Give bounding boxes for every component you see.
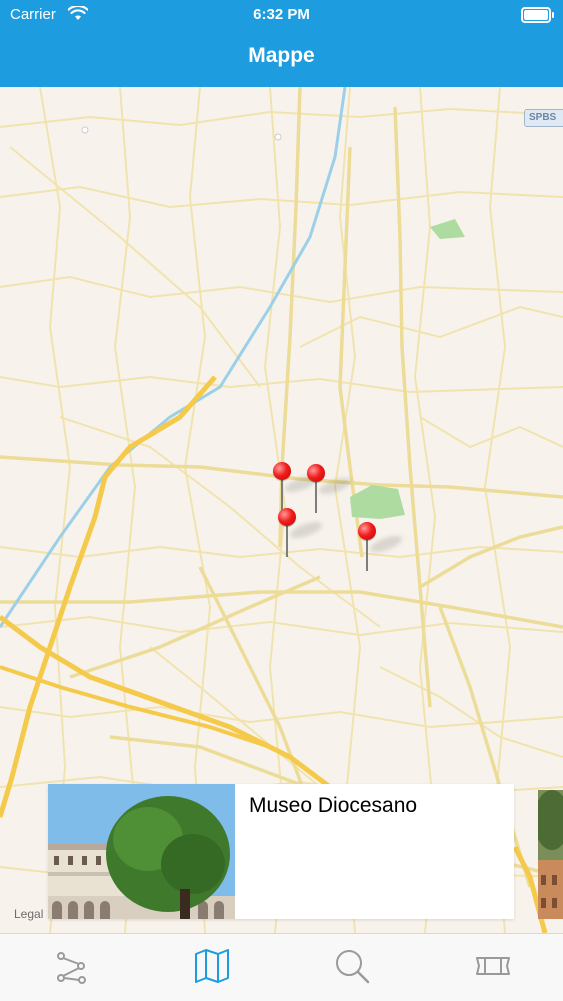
search-icon xyxy=(336,950,370,984)
map-pin-icon xyxy=(307,464,325,482)
map-pin-1[interactable] xyxy=(272,462,320,512)
next-place-photo xyxy=(538,790,563,919)
map-pin-4[interactable] xyxy=(357,522,405,572)
place-card[interactable]: Museo Diocesano xyxy=(48,784,514,919)
map-pin-3[interactable] xyxy=(277,508,325,558)
battery-icon xyxy=(521,7,554,23)
road-badge: SPBS xyxy=(524,109,563,127)
navigation-bar: Mappe xyxy=(0,30,563,87)
map-pin-icon xyxy=(278,508,296,526)
status-time: 6:32 PM xyxy=(253,6,310,23)
map-pin-icon xyxy=(358,522,376,540)
map-icon xyxy=(195,949,229,983)
tab-search[interactable] xyxy=(330,944,374,988)
tab-bar xyxy=(0,933,563,1001)
map-view[interactable]: SPBS Legal Museo Diocesano xyxy=(0,87,563,933)
museum-cloister-photo xyxy=(48,784,235,919)
tab-map[interactable] xyxy=(190,944,234,988)
route-icon xyxy=(57,952,86,984)
page-title: Mappe xyxy=(248,44,315,67)
place-card-title: Museo Diocesano xyxy=(249,794,418,817)
tab-routes[interactable] xyxy=(49,944,93,988)
legal-link[interactable]: Legal xyxy=(14,907,43,921)
tab-tickets[interactable] xyxy=(471,944,515,988)
next-place-card[interactable] xyxy=(538,790,563,919)
ticket-icon xyxy=(476,957,510,975)
map-pin-2[interactable] xyxy=(306,464,354,514)
status-bar: Carrier 6:32 PM xyxy=(0,0,563,30)
map-pin-icon xyxy=(273,462,291,480)
